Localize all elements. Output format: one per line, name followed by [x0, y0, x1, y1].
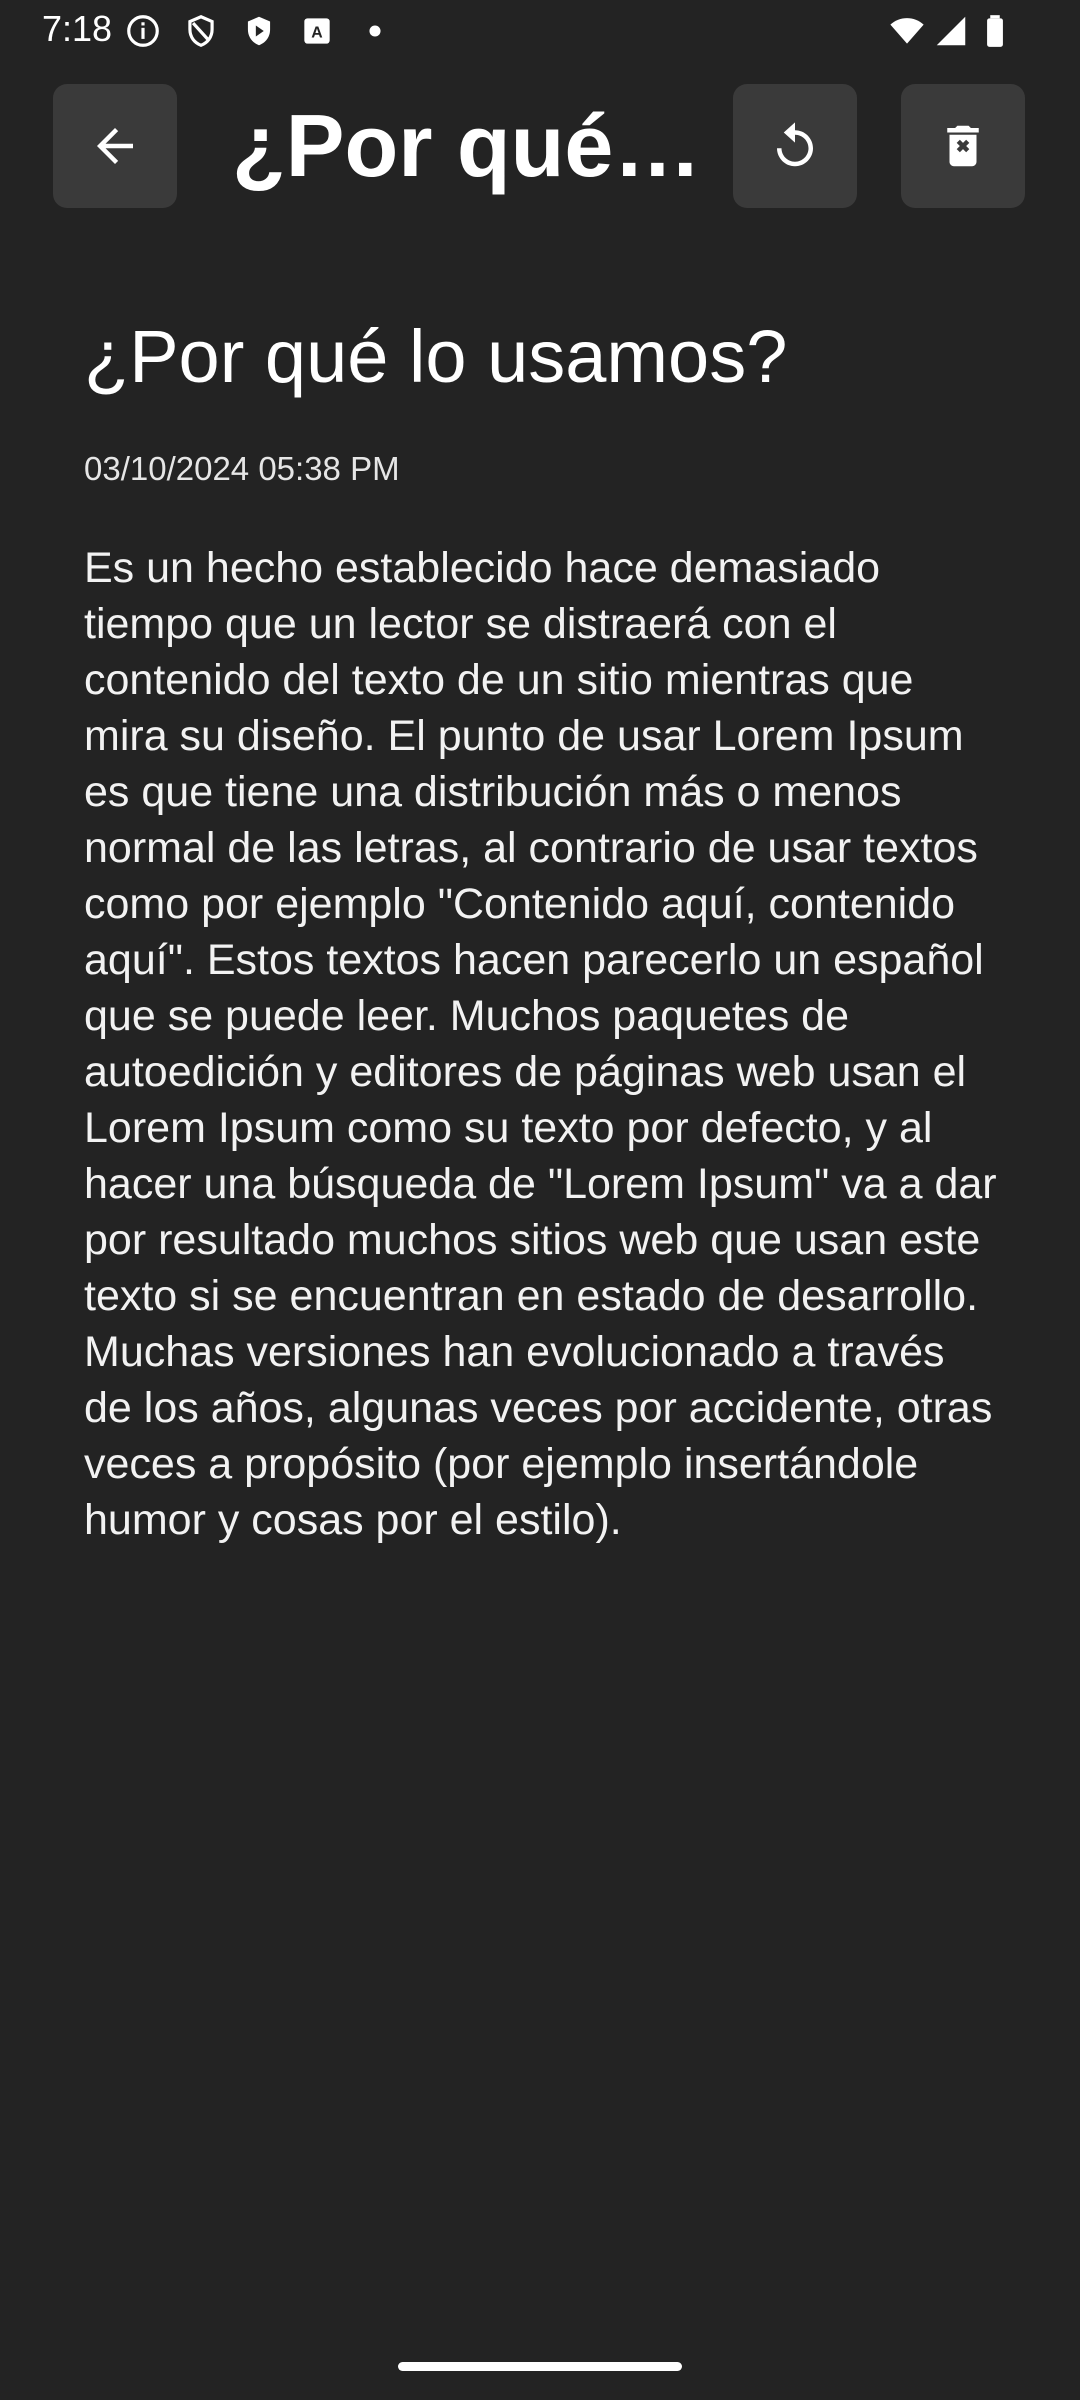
- app-bar-title: ¿Por qué lo usamos?: [232, 96, 702, 195]
- shield-icon: [182, 12, 220, 50]
- delete-forever-icon: [936, 119, 990, 173]
- translate-icon: A: [298, 12, 336, 50]
- wifi-icon: [888, 12, 926, 50]
- svg-text:A: A: [311, 24, 323, 41]
- note-title: ¿Por qué lo usamos?: [84, 315, 788, 398]
- info-icon: [124, 12, 162, 50]
- restore-icon: [768, 119, 822, 173]
- app-bar: ¿Por qué lo usamos?: [0, 80, 1080, 212]
- home-indicator[interactable]: [398, 2362, 682, 2371]
- back-button[interactable]: [53, 84, 177, 208]
- restore-button[interactable]: [733, 84, 857, 208]
- battery-icon: [976, 12, 1014, 50]
- signal-icon: [932, 12, 970, 50]
- note-date: 03/10/2024 05:38 PM: [84, 450, 400, 487]
- status-bar: 7:18 A: [0, 0, 1080, 62]
- arrow-back-icon: [88, 119, 142, 173]
- delete-forever-button[interactable]: [901, 84, 1025, 208]
- status-time: 7:18: [42, 8, 113, 49]
- play-protect-icon: [240, 12, 278, 50]
- note-body: Es un hecho establecido hace demasiado t…: [84, 544, 997, 1544]
- dot-icon: [356, 12, 394, 50]
